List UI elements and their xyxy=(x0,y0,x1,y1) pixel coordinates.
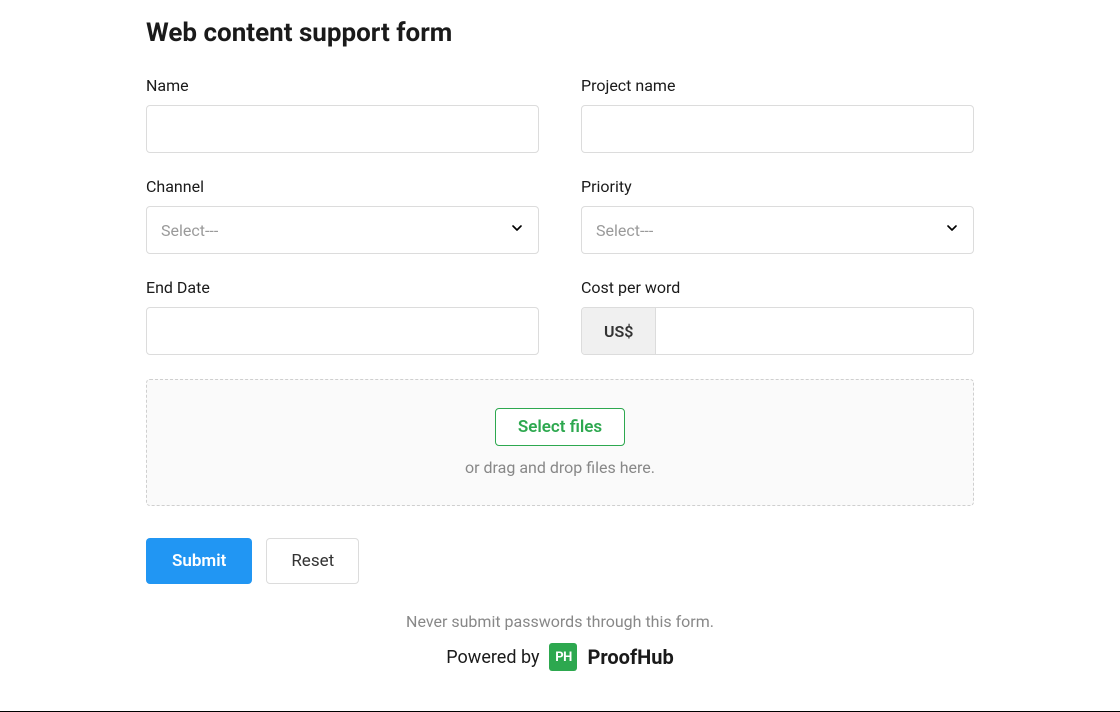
project-name-input[interactable] xyxy=(581,105,974,153)
select-files-button[interactable]: Select files xyxy=(495,408,625,446)
channel-select[interactable]: Select--- xyxy=(146,206,539,254)
name-label: Name xyxy=(146,76,539,95)
currency-prefix: US$ xyxy=(582,308,656,354)
end-date-label: End Date xyxy=(146,278,539,297)
project-name-label: Project name xyxy=(581,76,974,95)
submit-button[interactable]: Submit xyxy=(146,538,252,584)
powered-prefix: Powered by xyxy=(446,647,539,668)
proofhub-logo-icon: PH xyxy=(549,643,577,671)
reset-button[interactable]: Reset xyxy=(266,538,359,584)
powered-by: Powered by PH ProofHub xyxy=(146,643,974,671)
end-date-input[interactable] xyxy=(146,307,539,355)
brand-name: ProofHub xyxy=(587,645,673,669)
page-title: Web content support form xyxy=(146,18,974,48)
cost-per-word-label: Cost per word xyxy=(581,278,974,297)
cost-per-word-input[interactable] xyxy=(656,308,973,354)
name-input[interactable] xyxy=(146,105,539,153)
channel-label: Channel xyxy=(146,177,539,196)
priority-label: Priority xyxy=(581,177,974,196)
file-upload-zone[interactable]: Select files or drag and drop files here… xyxy=(146,379,974,506)
upload-hint: or drag and drop files here. xyxy=(167,458,953,477)
priority-select[interactable]: Select--- xyxy=(581,206,974,254)
security-note: Never submit passwords through this form… xyxy=(146,612,974,631)
